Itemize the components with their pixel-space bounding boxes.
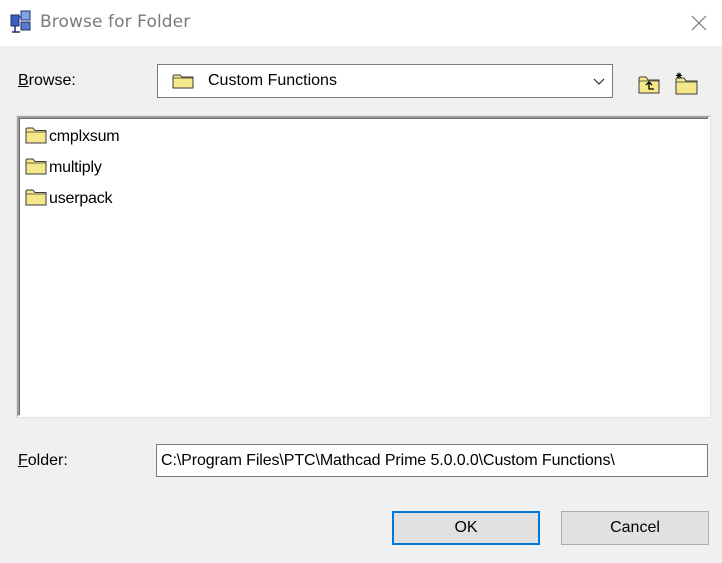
cancel-button[interactable]: Cancel bbox=[561, 511, 709, 545]
app-icon bbox=[10, 10, 32, 34]
browse-label-rest: rowse: bbox=[28, 72, 76, 89]
new-folder-button[interactable] bbox=[672, 70, 700, 98]
close-button[interactable] bbox=[676, 0, 722, 46]
close-icon bbox=[691, 15, 707, 31]
list-item-userpack[interactable]: userpack bbox=[25, 188, 113, 211]
browse-label-accel: B bbox=[18, 72, 29, 89]
window-title: Browse for Folder bbox=[40, 12, 191, 32]
folder-list[interactable]: cmplxsum multiply userpack bbox=[16, 115, 711, 418]
browse-label: Browse: bbox=[18, 72, 76, 90]
new-folder-icon bbox=[675, 72, 698, 95]
browse-location-dropdown[interactable]: Custom Functions bbox=[157, 64, 613, 98]
chevron-down-icon[interactable] bbox=[592, 73, 606, 94]
list-item-multiply[interactable]: multiply bbox=[25, 157, 102, 179]
folder-icon bbox=[25, 157, 47, 180]
folder-name: cmplxsum bbox=[49, 128, 120, 145]
folder-label-rest: older: bbox=[27, 452, 68, 469]
folder-up-icon bbox=[638, 76, 660, 94]
folder-name: multiply bbox=[49, 159, 102, 176]
folder-label-accel: F bbox=[18, 452, 28, 469]
folder-icon bbox=[25, 188, 47, 211]
list-item-cmplxsum[interactable]: cmplxsum bbox=[25, 126, 120, 149]
folder-name: userpack bbox=[49, 190, 113, 207]
folder-icon bbox=[25, 126, 47, 149]
title-bar: Browse for Folder bbox=[0, 0, 722, 46]
folder-path-field[interactable] bbox=[156, 444, 708, 477]
ok-button[interactable]: OK bbox=[392, 511, 540, 545]
current-folder-text: Custom Functions bbox=[208, 72, 337, 89]
up-one-level-button[interactable] bbox=[635, 70, 663, 98]
folder-icon bbox=[172, 73, 194, 94]
folder-label: Folder: bbox=[18, 452, 68, 470]
